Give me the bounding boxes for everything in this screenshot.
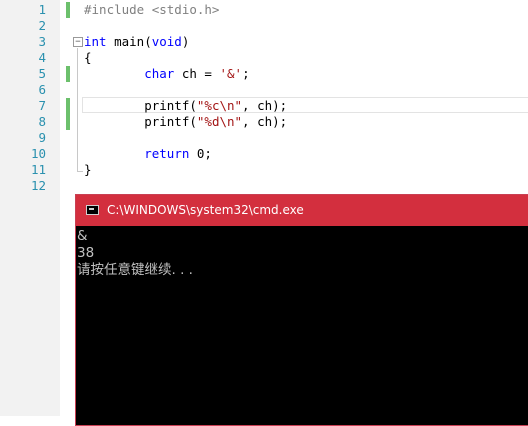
- code-token: return: [144, 146, 190, 161]
- line-number: 9: [38, 130, 46, 145]
- line-number: 12: [30, 178, 46, 193]
- line-number: 5: [38, 66, 46, 81]
- console-title: C:\WINDOWS\system32\cmd.exe: [107, 203, 304, 217]
- code-line[interactable]: 9: [0, 130, 528, 146]
- line-number: 11: [30, 162, 46, 177]
- line-number: 3: [38, 34, 46, 49]
- code-token: , ch);: [242, 98, 288, 113]
- code-text: printf("%d\n", ch);: [84, 114, 287, 130]
- code-text: return 0;: [84, 146, 212, 162]
- console-output-line: &: [77, 228, 88, 244]
- change-marker: [66, 114, 70, 130]
- code-token: ch =: [174, 66, 220, 81]
- code-token: printf(: [84, 114, 197, 129]
- line-number: 1: [38, 2, 46, 17]
- code-token: printf(: [84, 98, 197, 113]
- code-line[interactable]: 8 printf("%d\n", ch);: [0, 114, 528, 130]
- code-token: '&': [219, 66, 243, 81]
- code-token: void: [151, 34, 182, 49]
- console-icon: [86, 205, 99, 215]
- code-token: char: [144, 66, 175, 81]
- change-marker: [66, 66, 70, 82]
- code-line[interactable]: 7 printf("%c\n", ch);: [0, 98, 528, 114]
- code-token: 0;: [189, 146, 212, 161]
- line-number: 2: [38, 18, 46, 33]
- code-line[interactable]: 6: [0, 82, 528, 98]
- code-line[interactable]: 1 #include <stdio.h>: [0, 2, 528, 18]
- code-token: "%c\n": [196, 98, 243, 113]
- code-text: int main(void): [84, 34, 189, 50]
- line-number: 4: [38, 50, 46, 65]
- line-number: 6: [38, 82, 46, 97]
- code-token: "%d\n": [196, 114, 243, 129]
- code-token: main(: [106, 34, 152, 49]
- code-text: char ch = '&';: [84, 66, 250, 82]
- console-output-line: 38: [77, 245, 95, 261]
- console-title-bar[interactable]: C:\WINDOWS\system32\cmd.exe: [76, 195, 528, 226]
- code-line[interactable]: 12: [0, 178, 528, 194]
- code-text: #include <stdio.h>: [84, 2, 219, 18]
- line-number: 7: [38, 98, 46, 113]
- code-line[interactable]: 11}: [0, 162, 528, 178]
- code-line[interactable]: 10 return 0;: [0, 146, 528, 162]
- code-token: #include <stdio.h>: [84, 2, 220, 17]
- code-token: int: [84, 34, 107, 49]
- code-line[interactable]: 2: [0, 18, 528, 34]
- console-window[interactable]: C:\WINDOWS\system32\cmd.exe & 38 请按任意键继续…: [75, 194, 528, 426]
- change-marker: [66, 98, 70, 114]
- line-number: 8: [38, 114, 46, 129]
- code-line[interactable]: 5 char ch = '&';: [0, 66, 528, 82]
- code-token: , ch);: [242, 114, 288, 129]
- code-token: {: [84, 50, 92, 65]
- collapse-icon[interactable]: −: [73, 37, 83, 47]
- code-line[interactable]: 3 − int main(void): [0, 34, 528, 50]
- code-token: }: [84, 162, 92, 177]
- code-text: }: [84, 162, 92, 178]
- change-marker: [66, 2, 70, 18]
- line-number: 10: [30, 146, 46, 161]
- console-output-line: 请按任意键继续. . .: [77, 262, 193, 278]
- code-token: ;: [242, 66, 250, 81]
- code-text: {: [84, 50, 92, 66]
- code-text: printf("%c\n", ch);: [84, 98, 287, 114]
- code-line[interactable]: 4{: [0, 50, 528, 66]
- code-token: ): [181, 34, 190, 49]
